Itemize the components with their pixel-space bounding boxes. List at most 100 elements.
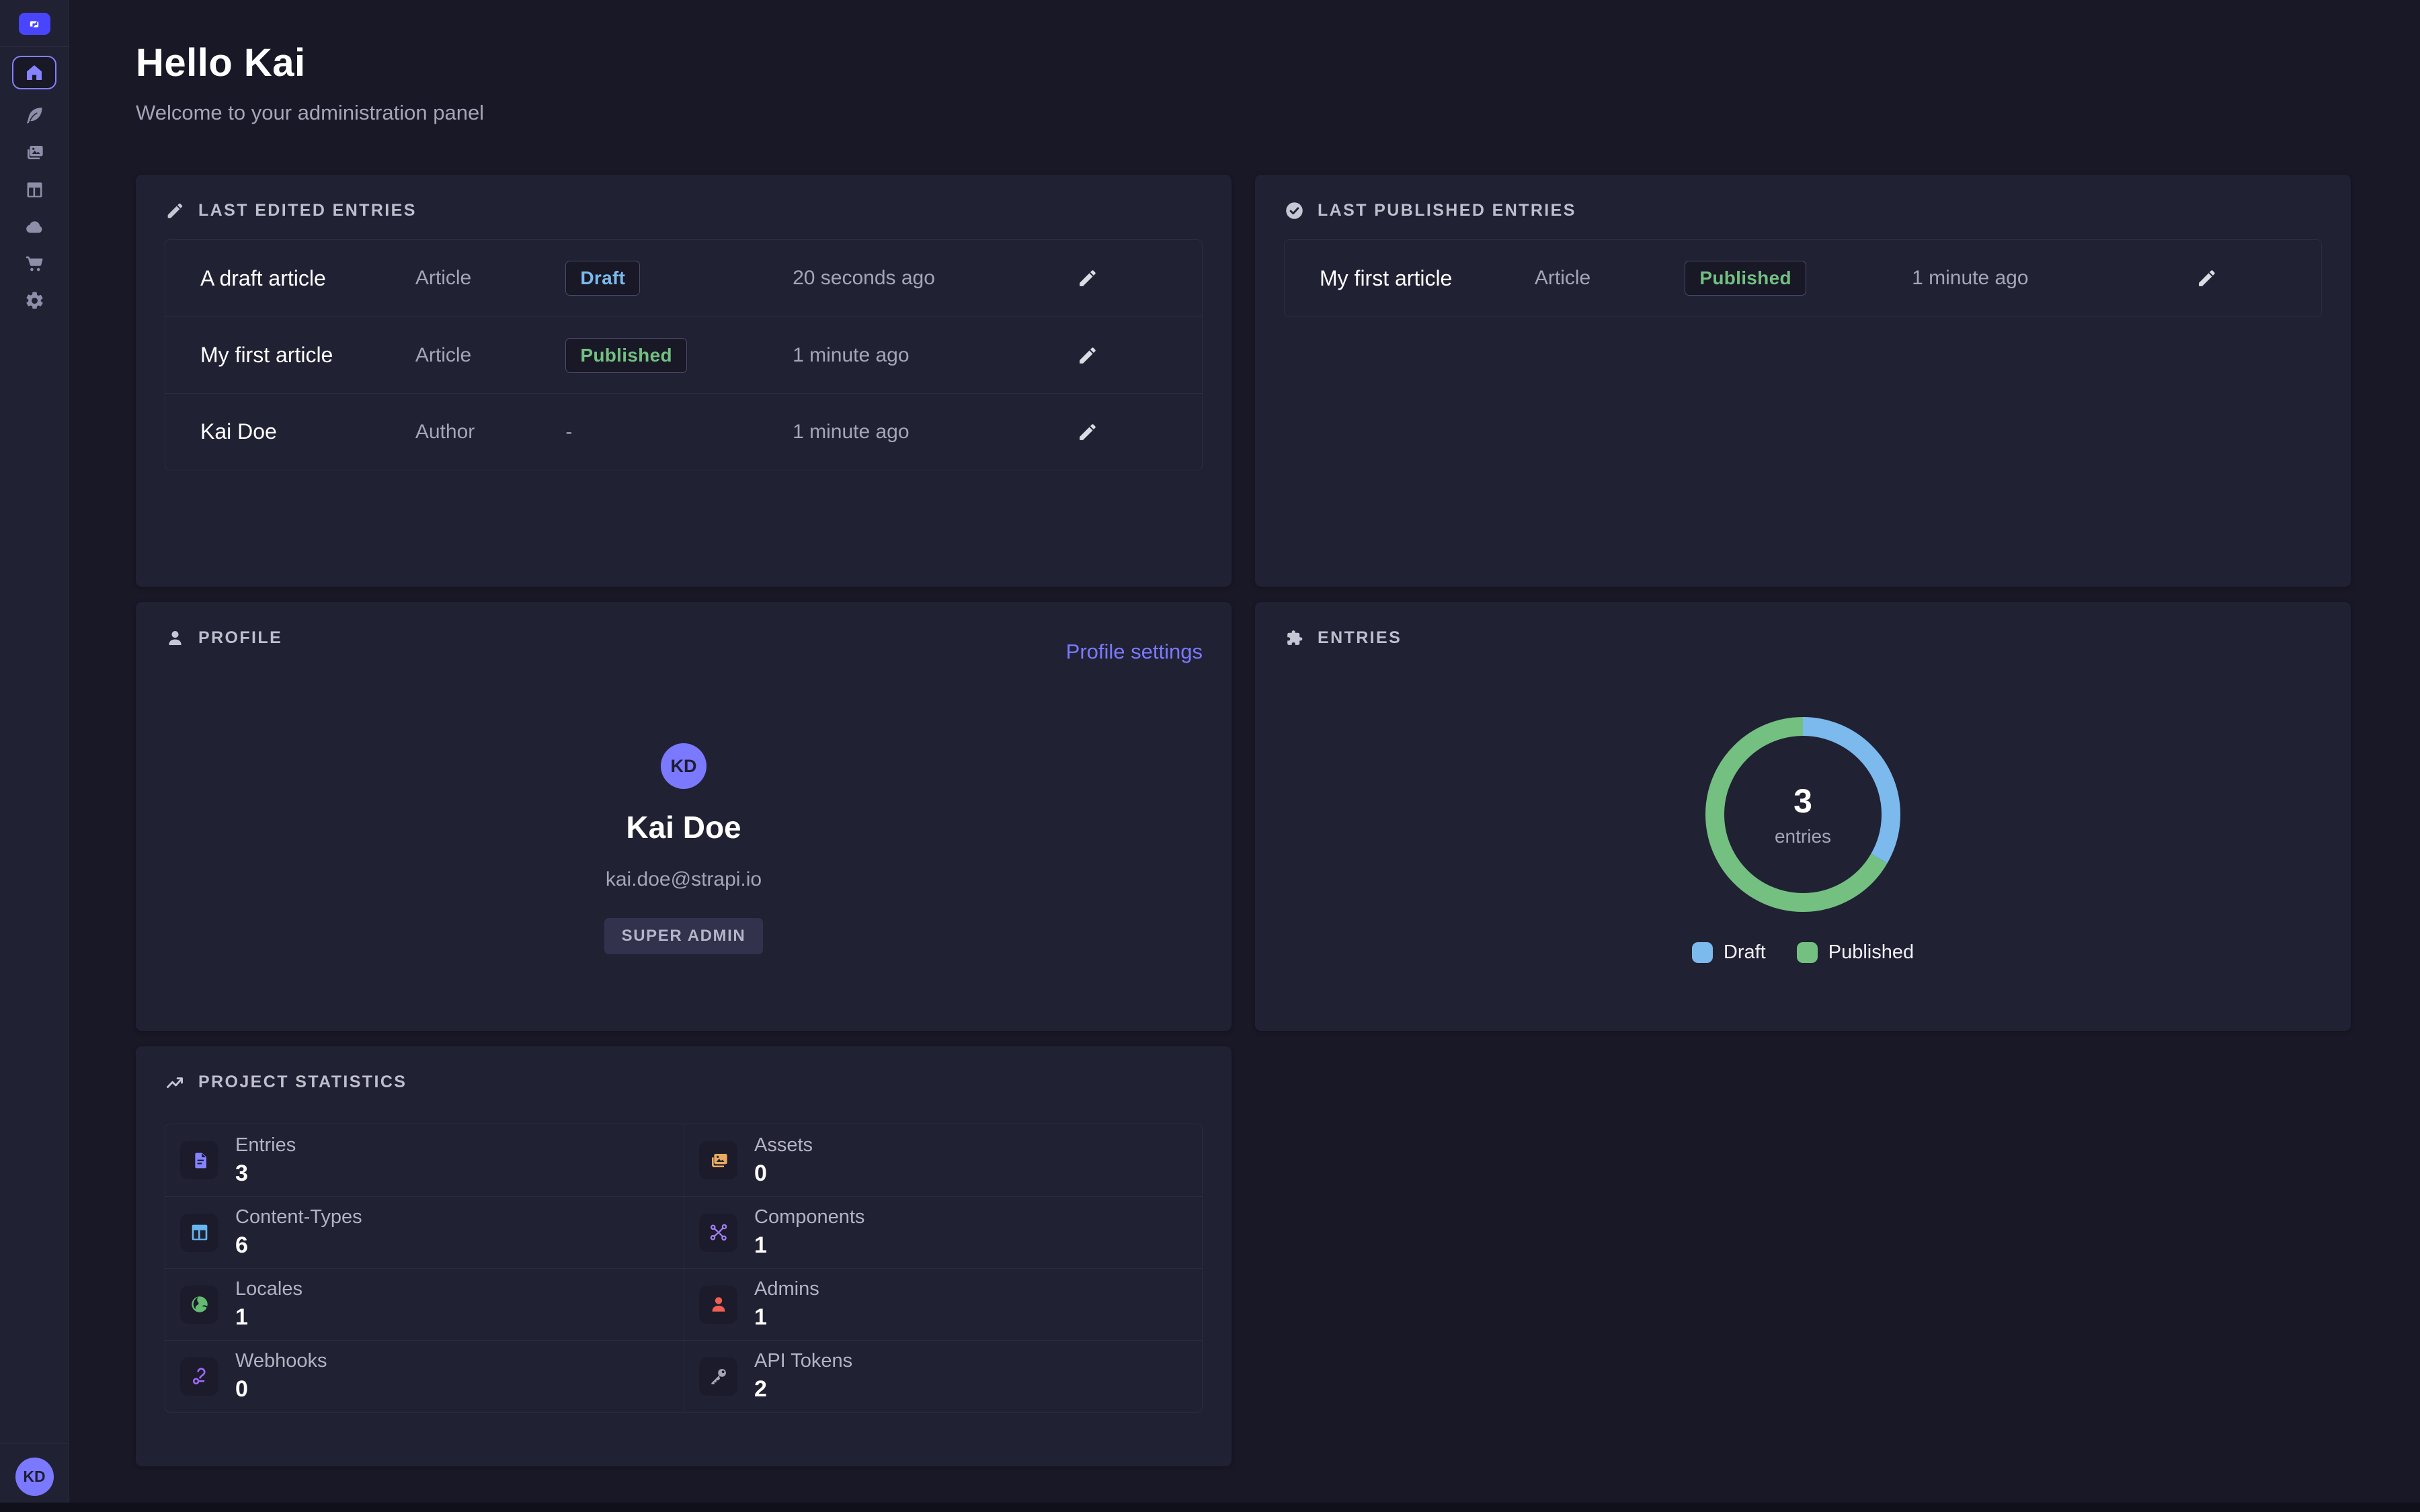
donut-center: 3 entries	[1705, 717, 1900, 912]
stat-label: Content-Types	[235, 1206, 362, 1228]
pencil-icon	[1076, 421, 1099, 444]
sidebar: KD	[0, 0, 69, 1512]
stat-label: Entries	[235, 1134, 296, 1157]
globe-icon	[189, 1294, 210, 1315]
entry-status-cell: Draft	[565, 261, 793, 296]
entry-status-cell: -	[565, 421, 793, 444]
table-row[interactable]: A draft article Article Draft 20 seconds…	[165, 240, 1202, 317]
window-bottom-edge	[0, 1503, 2420, 1512]
legend-item-published: Published	[1797, 941, 1914, 964]
sidebar-bottom: KD	[0, 1443, 69, 1512]
entry-type: Article	[415, 344, 566, 367]
sidebar-item-content-type-builder[interactable]	[23, 179, 46, 200]
gear-icon	[24, 290, 45, 311]
cloud-icon	[24, 216, 46, 238]
stat-label: Webhooks	[235, 1350, 327, 1372]
stat-text: Entries 3	[235, 1134, 296, 1187]
entry-type: Author	[415, 421, 566, 444]
stat-label: Admins	[754, 1278, 819, 1300]
stat-api-tokens: API Tokens 2	[684, 1340, 1202, 1412]
avatar: KD	[661, 743, 707, 789]
entry-name: My first article	[200, 343, 415, 368]
edit-entry-button[interactable]	[1073, 417, 1102, 447]
sidebar-item-marketplace[interactable]	[23, 253, 46, 274]
pencil-icon	[165, 200, 186, 221]
stats-grid: Entries 3 Assets 0 Content-Types 6	[165, 1124, 1203, 1413]
stat-tile	[699, 1357, 737, 1396]
profile-body: KD Kai Doe kai.doe@strapi.io SUPER ADMIN	[136, 743, 1232, 954]
stat-value: 0	[754, 1161, 813, 1187]
sidebar-item-home[interactable]	[12, 56, 56, 89]
check-circle-icon	[1284, 200, 1305, 221]
legend-item-draft: Draft	[1692, 941, 1766, 964]
stat-tile	[699, 1141, 737, 1179]
stat-tile	[180, 1214, 218, 1252]
entry-status-cell: Published	[565, 338, 793, 373]
cart-icon	[24, 253, 45, 274]
stat-text: Content-Types 6	[235, 1206, 362, 1259]
stat-label: Assets	[754, 1134, 813, 1157]
stat-value: 6	[235, 1232, 362, 1259]
widget-header: LAST PUBLISHED ENTRIES	[1255, 175, 2351, 221]
stat-tile	[180, 1286, 218, 1324]
sidebar-item-content-manager[interactable]	[23, 105, 46, 126]
entries-count: 3	[1793, 782, 1812, 821]
entry-name: My first article	[1320, 266, 1535, 291]
stat-webhooks: Webhooks 0	[165, 1340, 684, 1412]
stat-text: Locales 1	[235, 1278, 302, 1331]
widget-last-edited-entries: LAST EDITED ENTRIES A draft article Arti…	[136, 175, 1232, 587]
entry-time: 1 minute ago	[793, 421, 1073, 444]
widget-header: PROJECT STATISTICS	[136, 1046, 1232, 1093]
edit-entry-button[interactable]	[1073, 341, 1102, 370]
widget-title: ENTRIES	[1318, 628, 1402, 648]
sidebar-item-media-library[interactable]	[23, 142, 46, 163]
stat-value: 1	[235, 1304, 302, 1331]
stat-locales: Locales 1	[165, 1268, 684, 1340]
stat-tile	[699, 1286, 737, 1324]
stat-components: Components 1	[684, 1196, 1202, 1268]
widget-title: PROFILE	[198, 628, 282, 648]
trend-up-icon	[165, 1072, 186, 1093]
table-row[interactable]: My first article Article Published 1 min…	[1285, 240, 2321, 317]
entry-name: A draft article	[200, 266, 415, 291]
images-icon	[24, 142, 45, 163]
file-icon	[189, 1150, 210, 1171]
profile-name: Kai Doe	[626, 809, 741, 845]
layout-icon	[189, 1222, 210, 1243]
images-icon	[708, 1150, 729, 1171]
strapi-logo-glyph	[26, 15, 43, 33]
stat-text: API Tokens 2	[754, 1350, 852, 1402]
user-icon	[165, 628, 186, 648]
last-published-table: My first article Article Published 1 min…	[1284, 239, 2322, 317]
published-swatch	[1797, 942, 1818, 963]
edit-entry-button[interactable]	[1073, 263, 1102, 293]
profile-settings-link[interactable]: Profile settings	[1066, 640, 1203, 664]
pencil-icon	[2195, 267, 2218, 290]
entry-type: Article	[1535, 267, 1685, 290]
widget-title: PROJECT STATISTICS	[198, 1073, 407, 1092]
strapi-logo[interactable]	[19, 13, 50, 35]
entry-type: Article	[415, 267, 566, 290]
puzzle-icon	[1284, 628, 1305, 648]
status-badge: Published	[1685, 261, 1806, 296]
stat-text: Components 1	[754, 1206, 864, 1259]
stat-admins: Admins 1	[684, 1268, 1202, 1340]
sidebar-user-avatar[interactable]: KD	[15, 1458, 54, 1496]
stat-tile	[180, 1357, 218, 1396]
edit-entry-button[interactable]	[2192, 263, 2222, 293]
table-row[interactable]: Kai Doe Author - 1 minute ago	[165, 393, 1202, 470]
entry-time: 1 minute ago	[793, 344, 1073, 367]
table-row[interactable]: My first article Article Published 1 min…	[165, 317, 1202, 393]
widget-last-published-entries: LAST PUBLISHED ENTRIES My first article …	[1255, 175, 2351, 587]
widget-profile: PROFILE Profile settings KD Kai Doe kai.…	[136, 602, 1232, 1031]
entry-status-cell: Published	[1685, 261, 1912, 296]
entries-donut-chart: 3 entries	[1705, 717, 1900, 912]
home-icon	[24, 62, 44, 83]
pencil-icon	[1076, 344, 1099, 367]
page-subtitle: Welcome to your administration panel	[136, 101, 484, 125]
sidebar-item-settings[interactable]	[23, 290, 46, 311]
sidebar-item-deploy[interactable]	[23, 216, 46, 237]
stat-value: 1	[754, 1304, 819, 1331]
stat-value: 3	[235, 1161, 296, 1187]
widget-project-statistics: PROJECT STATISTICS Entries 3 Assets 0	[136, 1046, 1232, 1466]
